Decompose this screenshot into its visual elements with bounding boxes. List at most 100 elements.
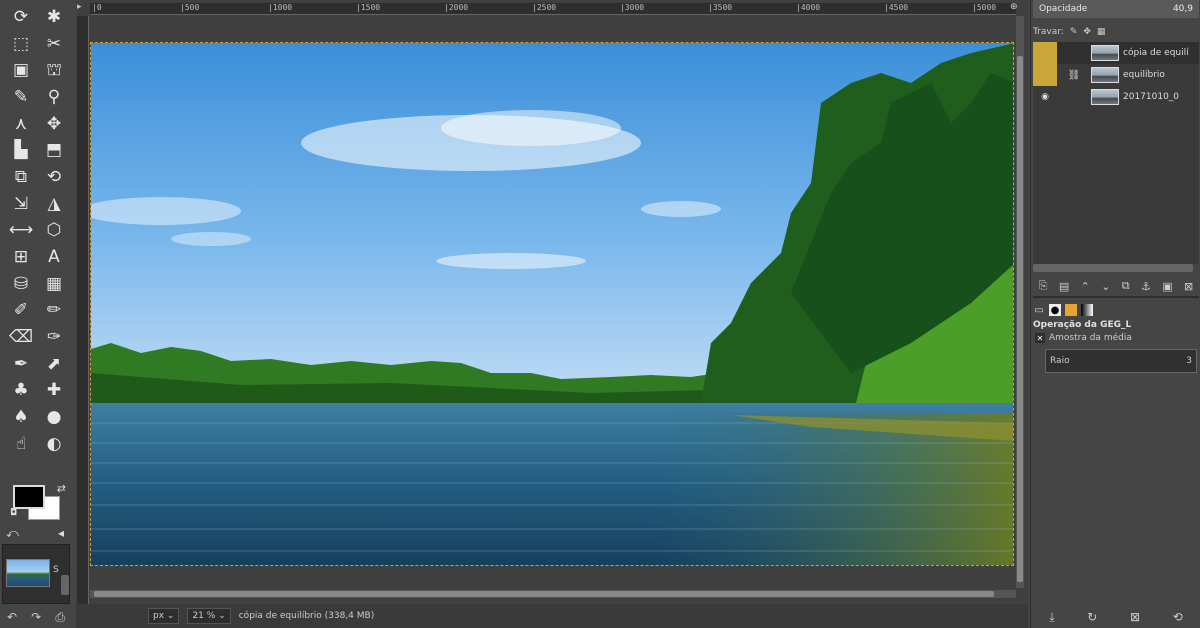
layer-row[interactable]: cópia de equilí (1033, 42, 1199, 64)
opacity-slider[interactable]: Opacidade 40,9 (1033, 0, 1199, 18)
new-group-icon[interactable]: ▤ (1059, 280, 1069, 293)
cage-icon[interactable]: ⊞ (4, 244, 38, 271)
landscape-image (91, 43, 1013, 565)
perspective-icon[interactable]: ⬡ (38, 218, 70, 245)
text-icon[interactable]: A (38, 244, 70, 271)
align-icon[interactable]: ▙ (4, 137, 38, 164)
rotate-icon[interactable]: ⟲ (38, 164, 70, 191)
foreground-select-icon[interactable]: ▣ (4, 57, 38, 84)
lock-alpha-icon[interactable]: ▦ (1097, 27, 1106, 37)
dodge-burn-icon[interactable]: ◐ (38, 431, 70, 458)
radius-value: 3 (1186, 356, 1192, 366)
vertical-scrollbar[interactable] (1016, 16, 1024, 588)
heal-icon[interactable]: ✚ (38, 378, 70, 405)
eye-icon[interactable] (1033, 42, 1057, 64)
chain-icon[interactable] (1057, 42, 1091, 64)
image-thumbnail[interactable] (6, 559, 50, 587)
layers-scrollbar[interactable] (1033, 264, 1193, 272)
save-options-icon[interactable]: ⤓ (1049, 610, 1054, 625)
swap-colors-icon[interactable]: ⇄ (57, 482, 66, 495)
mypaint-brush-icon[interactable]: ⬈ (38, 351, 70, 378)
ruler-label: |5000 (972, 3, 997, 12)
flip-icon[interactable]: ⟷ (4, 218, 38, 245)
bucket-fill-icon[interactable]: ⛁ (4, 271, 38, 298)
right-dock: Opacidade 40,9 Travar: ✎ ✥ ▦ cópia de eq… (1030, 0, 1200, 628)
layer-buttons: ⎘ ▤ ⌃ ⌄ ⧉ ⚓ ▣ ⊠ (1033, 278, 1199, 294)
paintbrush-icon[interactable]: ✐ (4, 298, 38, 325)
raise-layer-icon[interactable]: ⌃ (1081, 280, 1090, 293)
vertical-scrollbar-thumb[interactable] (1017, 56, 1023, 582)
toolbox: ⟳ ✱ ⬚ ✂ ▣ ⛫ ✎ ⚲ ⋏ ✥ ▙ ⬒ ⧉ ⟲ ⇲ ◮ ⟷ ⬡ ⊞ A ⛁ ▦ ✐ ✏ ⌫ ✑ ✒ ⬈ ♣ ✚ ♠ ● ☝ ◐ ⇄ ◘ ⤺… (0, 0, 72, 628)
scissors-icon[interactable]: ✂ (38, 31, 70, 58)
reset-options-icon[interactable]: ⟲ (1173, 610, 1183, 624)
pencil-icon[interactable]: ✏ (38, 298, 70, 325)
zoom-selector[interactable]: 21 % ⌄ (187, 608, 231, 624)
unit-selector[interactable]: px ⌄ (148, 608, 180, 624)
image-canvas[interactable] (90, 42, 1014, 566)
lock-position-icon[interactable]: ✥ (1083, 27, 1091, 37)
foreground-color-swatch[interactable] (13, 485, 45, 509)
rect-select-icon[interactable]: ⬚ (4, 31, 38, 58)
print-icon[interactable]: ⎙ (55, 610, 65, 625)
duplicate-layer-icon[interactable]: ⧉ (1122, 279, 1130, 293)
chain-icon[interactable] (1057, 86, 1091, 108)
clone-icon[interactable]: ♣ (4, 378, 38, 405)
redo-icon[interactable]: ↷ (31, 610, 41, 624)
smudge-icon[interactable]: ☝ (4, 431, 38, 458)
zoom-icon[interactable]: ⚲ (38, 84, 70, 111)
ruler-corner-icon[interactable]: ▸ (77, 2, 89, 14)
lower-layer-icon[interactable]: ⌄ (1101, 280, 1110, 293)
tool-options-tab-icon[interactable]: ▭ (1033, 304, 1045, 316)
reset-colors-icon[interactable]: ◘ (10, 508, 20, 518)
shear-icon[interactable]: ◮ (38, 191, 70, 218)
mask-layer-icon[interactable]: ▣ (1162, 280, 1172, 293)
toolbox-bottom-buttons: ↶ ↷ ⎙ (0, 606, 72, 628)
ruler-label: |4500 (884, 3, 909, 12)
paths-icon[interactable]: ⋏ (4, 111, 38, 138)
sample-average-checkbox[interactable]: ✕ (1035, 333, 1045, 343)
horizontal-ruler: |0 |500 |1000 |1500 |2000 |2500 |3000 |3500 |400… (90, 3, 1016, 15)
image-tab[interactable]: S (2, 544, 70, 604)
canvas-area: ▸ |0 |500 |1000 |1500 |2000 |2500 |3000 |3500 |4… (76, 0, 1028, 628)
free-select-icon[interactable]: ⟳ (4, 4, 38, 31)
gradients-tab-icon[interactable] (1081, 304, 1093, 316)
zoom-to-fit-icon[interactable]: ⊕ (1010, 2, 1022, 14)
layer-row[interactable]: ⛓ equilíbrio (1033, 64, 1199, 86)
select-by-color-icon[interactable]: ⛫ (38, 57, 70, 84)
eye-icon[interactable] (1033, 64, 1057, 86)
blur-icon[interactable]: ● (38, 404, 70, 431)
image-tab-scrollbar[interactable] (61, 575, 69, 595)
eraser-icon[interactable]: ⌫ (4, 324, 38, 351)
paths-tab-icon[interactable]: ● (1049, 304, 1061, 316)
scale-icon[interactable]: ⇲ (4, 191, 38, 218)
horizontal-scrollbar-thumb[interactable] (94, 591, 994, 597)
brushes-tab-icon[interactable] (1065, 304, 1077, 316)
gradient-icon[interactable]: ▦ (38, 271, 70, 298)
undo-icon[interactable]: ↶ (7, 610, 17, 624)
layer-row[interactable]: ◉ 20171010_0 (1033, 86, 1199, 108)
opacity-label: Opacidade (1039, 4, 1088, 14)
new-layer-icon[interactable]: ⎘ (1039, 279, 1048, 293)
undo-history-icon[interactable]: ⤺ (6, 526, 19, 541)
ink-icon[interactable]: ✒ (4, 351, 38, 378)
ruler-label: |500 (180, 3, 200, 12)
anchor-layer-icon[interactable]: ⚓ (1141, 280, 1151, 293)
unified-transform-icon[interactable]: ⧉ (4, 164, 38, 191)
horizontal-scrollbar[interactable] (90, 590, 1016, 598)
sample-average-option[interactable]: ✕ Amostra da média (1035, 333, 1132, 343)
airbrush-icon[interactable]: ✑ (38, 324, 70, 351)
perspective-clone-icon[interactable]: ♠ (4, 404, 38, 431)
lock-pixels-icon[interactable]: ✎ (1070, 27, 1078, 37)
chain-icon[interactable]: ⛓ (1057, 64, 1091, 86)
delete-layer-icon[interactable]: ⊠ (1184, 280, 1193, 293)
ruler-label: |2000 (444, 3, 469, 12)
eye-icon[interactable]: ◉ (1033, 86, 1057, 108)
crop-icon[interactable]: ⬒ (38, 137, 70, 164)
restore-options-icon[interactable]: ↻ (1087, 610, 1097, 624)
move-icon[interactable]: ✥ (38, 111, 70, 138)
color-picker-icon[interactable]: ✎ (4, 84, 38, 111)
tool-options-menu-icon[interactable]: ◂ (58, 526, 64, 540)
radius-spinner[interactable]: Raio 3 (1045, 349, 1197, 373)
delete-options-icon[interactable]: ⊠ (1130, 610, 1140, 624)
fuzzy-select-icon[interactable]: ✱ (38, 4, 70, 31)
